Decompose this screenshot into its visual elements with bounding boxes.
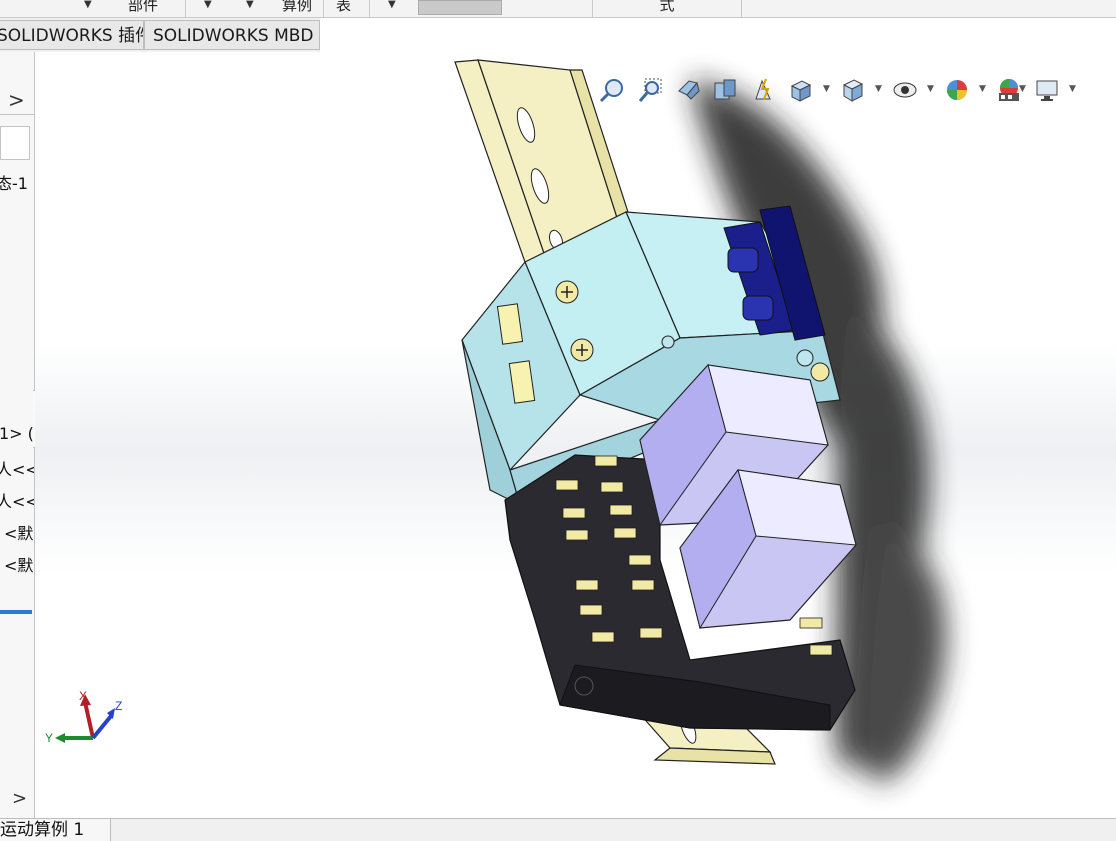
chevron-down-icon[interactable]: ▼ bbox=[1069, 84, 1076, 94]
x-axis-arrow bbox=[83, 701, 95, 739]
chevron-right-icon[interactable]: > bbox=[8, 88, 25, 112]
command-highlight[interactable] bbox=[418, 0, 502, 15]
zoom-to-fit-icon[interactable] bbox=[598, 76, 626, 104]
command-tab-formula[interactable]: 式 bbox=[592, 0, 742, 17]
view-orientation-icon[interactable] bbox=[787, 76, 815, 104]
chevron-down-icon[interactable]: ▼ bbox=[246, 0, 254, 10]
z-axis-label: Z bbox=[115, 699, 122, 713]
tree-item-component[interactable]: 人<< bbox=[0, 456, 34, 480]
model-view[interactable] bbox=[35, 52, 1116, 818]
z-axis-arrow bbox=[91, 714, 113, 740]
command-tab-assembly[interactable]: 部件 bbox=[122, 0, 186, 17]
feature-manager-panel: > 态-1 1> ( 人<< 人<< <默 <默 > bbox=[0, 52, 35, 818]
chevron-down-icon[interactable]: ▼ bbox=[927, 84, 934, 94]
tab-solidworks-mbd[interactable]: SOLIDWORKS MBD bbox=[144, 20, 320, 50]
bottom-tab-bar: 运动算例 1 bbox=[0, 818, 1116, 841]
edit-appearance-icon[interactable] bbox=[943, 76, 971, 104]
command-manager-tabs: SOLIDWORKS 插件 SOLIDWORKS MBD bbox=[0, 18, 320, 53]
command-tab-study[interactable]: 算例 bbox=[276, 0, 324, 17]
zoom-to-area-icon[interactable] bbox=[636, 76, 664, 104]
tree-item-component[interactable]: 人<< bbox=[0, 488, 34, 512]
tree-item-display-state[interactable]: 态-1 bbox=[0, 170, 28, 194]
tab-solidworks-addins[interactable]: SOLIDWORKS 插件 bbox=[0, 20, 144, 50]
chevron-down-icon[interactable]: ▼ bbox=[823, 84, 830, 94]
dynamic-annotation-icon[interactable] bbox=[749, 76, 777, 104]
x-axis-label: X bbox=[79, 689, 87, 703]
reference-triad: X Y Z bbox=[45, 689, 122, 745]
filter-field[interactable] bbox=[0, 126, 30, 160]
y-axis-label: Y bbox=[45, 731, 53, 745]
chevron-down-icon[interactable]: ▼ bbox=[204, 0, 212, 10]
tree-item-component[interactable]: 1> ( bbox=[0, 424, 34, 443]
chevron-right-icon[interactable]: > bbox=[12, 788, 27, 809]
command-manager-strip: ▼ 部件 ▼ ▼ 算例 表 ▼ 式 bbox=[0, 0, 1116, 18]
chevron-down-icon[interactable]: ▼ bbox=[84, 0, 92, 10]
previous-view-icon[interactable] bbox=[674, 76, 702, 104]
divider bbox=[0, 114, 34, 115]
chevron-down-icon[interactable]: ▼ bbox=[875, 84, 882, 94]
chevron-down-icon[interactable]: ▼ bbox=[1019, 84, 1026, 94]
graphics-area[interactable]: ▼ ▼ ▼ ▼ ▼ ▼ X Y Z bbox=[35, 52, 1116, 818]
tree-item-component[interactable]: <默 bbox=[4, 552, 33, 576]
hide-show-items-icon[interactable] bbox=[891, 76, 919, 104]
chevron-down-icon[interactable]: ▼ bbox=[388, 0, 396, 10]
display-style-icon[interactable] bbox=[839, 76, 867, 104]
command-tab-table[interactable]: 表 bbox=[330, 0, 370, 17]
tab-motion-study-1[interactable]: 运动算例 1 bbox=[0, 819, 111, 841]
section-view-icon[interactable] bbox=[711, 76, 739, 104]
chevron-down-icon[interactable]: ▼ bbox=[979, 84, 986, 94]
scroll-indicator[interactable] bbox=[0, 610, 32, 614]
tree-item-component[interactable]: <默 bbox=[4, 520, 33, 544]
view-settings-icon[interactable] bbox=[1033, 76, 1061, 104]
